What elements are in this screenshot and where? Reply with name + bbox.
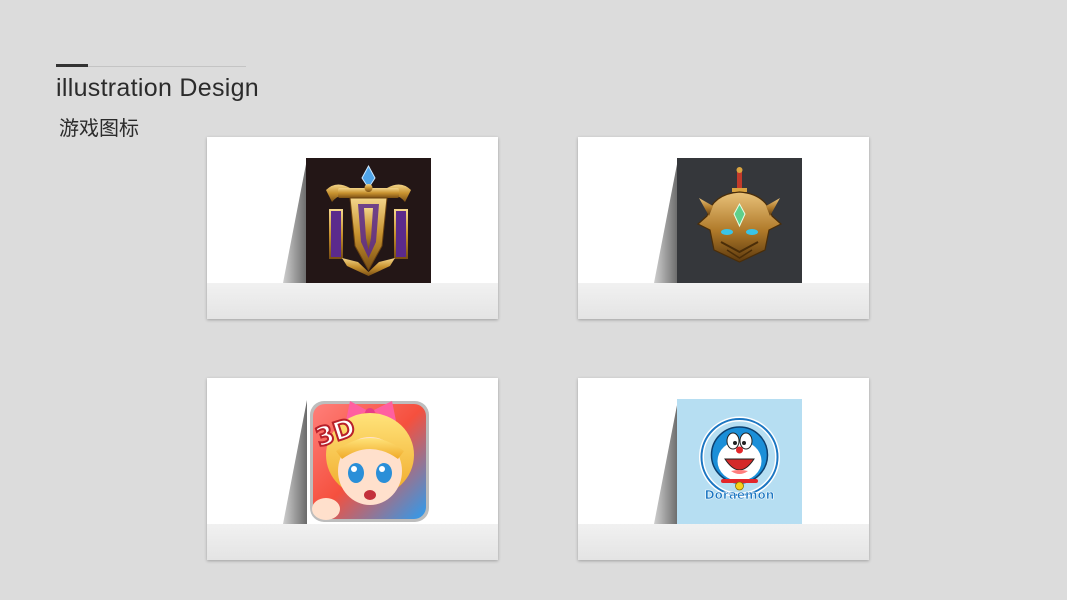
card-shadow	[654, 159, 678, 283]
header-rule	[88, 66, 246, 67]
anime-girl-3d-game-icon: 3D	[306, 399, 431, 524]
doraemon-logo-text: Doraemon	[705, 488, 775, 502]
card-base	[207, 524, 498, 560]
golden-emblem-icon	[306, 158, 431, 283]
armored-helmet-icon	[677, 158, 802, 283]
card-shadow	[654, 400, 678, 524]
card-base	[207, 283, 498, 319]
icon-card-golden-emblem	[207, 137, 498, 319]
doraemon-icon: Doraemon	[677, 399, 802, 524]
accent-bar	[56, 64, 88, 67]
card-shadow	[283, 400, 307, 524]
page-title: illustration Design	[56, 74, 260, 102]
card-base	[578, 524, 869, 560]
card-base	[578, 283, 869, 319]
card-shadow	[283, 159, 307, 283]
icon-card-armored-helmet	[578, 137, 869, 319]
page-subtitle: 游戏图标	[59, 116, 139, 140]
icon-card-doraemon: Doraemon	[578, 378, 869, 560]
icon-card-anime-girl: 3D	[207, 378, 498, 560]
